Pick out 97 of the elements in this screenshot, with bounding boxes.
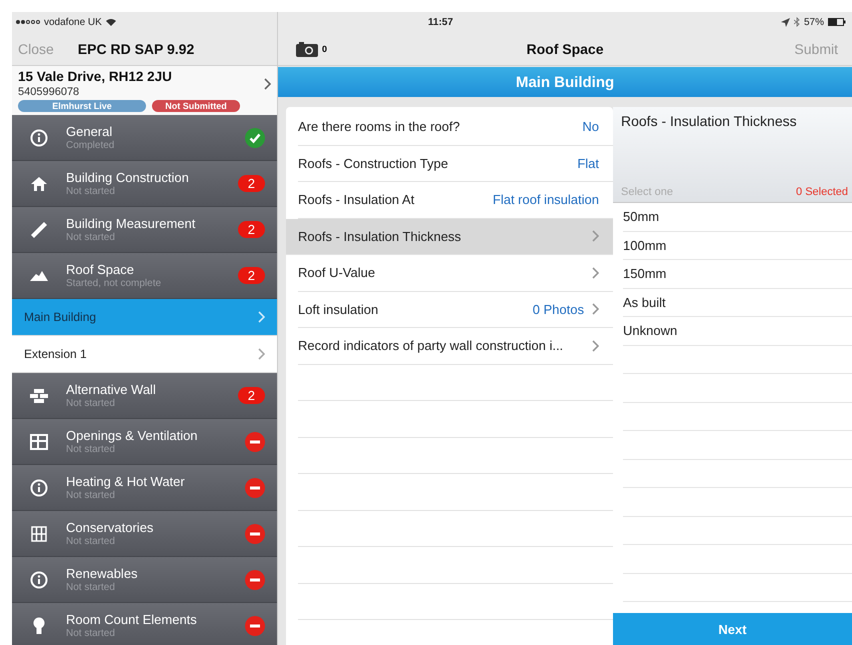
section-item[interactable]: Openings & Ventilation Not started bbox=[12, 419, 277, 465]
minus-icon bbox=[245, 432, 265, 452]
chevron-icon bbox=[258, 348, 265, 360]
section-title: Building Measurement bbox=[66, 216, 196, 231]
page-title: Roof Space bbox=[526, 40, 604, 56]
field-label: Roof U-Value bbox=[298, 265, 376, 280]
photo-count: 0 bbox=[322, 44, 328, 54]
field-value: 0 Photos bbox=[532, 302, 584, 317]
option-item[interactable]: 100mm bbox=[623, 232, 852, 260]
section-status: Not started bbox=[66, 536, 116, 547]
chevron-icon bbox=[258, 311, 265, 323]
section-title: Heating & Hot Water bbox=[66, 474, 186, 489]
option-item[interactable]: 150mm bbox=[623, 260, 852, 288]
section-status: Not started bbox=[66, 186, 116, 197]
field-value: Flat bbox=[577, 156, 599, 171]
chevron-icon bbox=[264, 78, 271, 90]
count-badge: 2 bbox=[238, 221, 265, 238]
info-icon bbox=[30, 128, 48, 146]
mountain-icon bbox=[30, 270, 48, 280]
checkmark-icon bbox=[245, 128, 265, 148]
count-badge: 2 bbox=[238, 175, 265, 192]
count-badge: 2 bbox=[238, 387, 265, 404]
section-status: Not started bbox=[66, 490, 116, 501]
field-label: Roofs - Insulation At bbox=[298, 192, 416, 208]
section-item[interactable]: General Completed bbox=[12, 115, 277, 161]
house-icon bbox=[31, 176, 47, 192]
section-status: Not started bbox=[66, 444, 116, 455]
section-item[interactable]: Building Construction Not started 2 bbox=[12, 161, 277, 207]
section-status: Completed bbox=[66, 140, 116, 151]
field-value: Flat roof insulation bbox=[492, 192, 599, 208]
bluetooth-icon bbox=[794, 17, 800, 27]
battery-percentage: 57% bbox=[804, 16, 824, 28]
wifi-icon bbox=[106, 18, 116, 26]
clock: 11:57 bbox=[428, 16, 454, 28]
minus-icon bbox=[245, 478, 265, 498]
section-item[interactable]: Renewables Not started bbox=[12, 557, 277, 603]
glass-panels-icon bbox=[31, 526, 47, 542]
section-item[interactable]: Alternative Wall Not started 2 bbox=[12, 373, 277, 419]
form-row[interactable]: Record indicators of party wall construction i... bbox=[298, 328, 613, 364]
section-title: Roof Space bbox=[66, 262, 135, 277]
section-item[interactable]: Building Measurement Not started 2 bbox=[12, 207, 277, 253]
field-label: Are there rooms in the roof? bbox=[298, 119, 461, 134]
picker-title: Roofs - Insulation Thickness bbox=[621, 113, 798, 129]
form-row[interactable]: Loft insulation 0 Photos bbox=[298, 292, 613, 328]
section-status: Not started bbox=[66, 582, 116, 593]
section-status: Started, not complete bbox=[66, 278, 162, 289]
carrier-name: vodafone UK bbox=[44, 16, 102, 28]
section-item[interactable]: Room Count Elements Not started bbox=[12, 603, 277, 645]
option-item[interactable]: As built bbox=[623, 288, 852, 317]
section-title: Room Count Elements bbox=[66, 612, 198, 627]
subsection-item[interactable]: Main Building bbox=[12, 299, 277, 336]
section-status: Not started bbox=[66, 232, 116, 243]
minus-icon bbox=[245, 616, 265, 636]
field-label: Loft insulation bbox=[298, 302, 380, 317]
subsection-title: Main Building bbox=[24, 310, 96, 324]
form-row[interactable]: Roofs - Insulation Thickness bbox=[286, 218, 613, 255]
battery-icon bbox=[828, 18, 846, 26]
address-text: 15 Vale Drive, RH12 2JU bbox=[18, 69, 173, 84]
section-item[interactable]: Roof Space Started, not complete 2 bbox=[12, 253, 277, 299]
location-arrow-icon bbox=[780, 18, 790, 26]
section-item[interactable]: Heating & Hot Water Not started bbox=[12, 465, 277, 511]
section-title: Renewables bbox=[66, 566, 139, 581]
info-icon bbox=[30, 570, 48, 588]
section-status: Not started bbox=[66, 628, 116, 639]
field-label: Roofs - Insulation Thickness bbox=[298, 228, 462, 244]
section-status: Not started bbox=[66, 398, 116, 409]
field-label: Record indicators of party wall construction i... bbox=[298, 338, 564, 354]
option-item[interactable]: 50mm bbox=[623, 203, 852, 232]
form-row[interactable]: Roof U-Value bbox=[298, 255, 613, 292]
info-icon bbox=[30, 478, 48, 496]
address-card[interactable]: 15 Vale Drive, RH12 2JU 5405996078 Elmhurst Live Not Submitted bbox=[12, 66, 277, 115]
field-label: Roofs - Construction Type bbox=[298, 156, 450, 171]
bricks-icon bbox=[30, 388, 48, 402]
subsection-title: Extension 1 bbox=[24, 347, 87, 361]
signal-icon bbox=[16, 20, 40, 24]
field-value: No bbox=[582, 119, 599, 134]
selected-count: 0 Selected bbox=[796, 186, 848, 198]
section-title: Building Construction bbox=[66, 170, 190, 185]
section-item[interactable]: Conservatories Not started bbox=[12, 511, 277, 557]
minus-icon bbox=[245, 524, 265, 544]
status-tag: Elmhurst Live bbox=[18, 100, 146, 112]
count-badge: 2 bbox=[238, 267, 265, 284]
app-title: EPC RD SAP 9.92 bbox=[78, 40, 194, 56]
status-tag: Not Submitted bbox=[152, 100, 240, 112]
section-title: Openings & Ventilation bbox=[66, 428, 199, 443]
reference-number: 5405996078 bbox=[18, 86, 80, 98]
section-header: Main Building bbox=[278, 67, 852, 97]
section-title: Conservatories bbox=[66, 520, 154, 535]
picker-hint: Select one bbox=[621, 186, 673, 198]
minus-icon bbox=[245, 570, 265, 590]
option-item[interactable]: Unknown bbox=[623, 317, 852, 346]
light-bulb-icon bbox=[33, 616, 45, 634]
section-title: Alternative Wall bbox=[66, 382, 157, 397]
subsection-item[interactable]: Extension 1 bbox=[12, 336, 277, 373]
section-title: General bbox=[66, 124, 114, 139]
camera-icon[interactable] bbox=[296, 40, 318, 56]
window-icon bbox=[30, 434, 48, 450]
